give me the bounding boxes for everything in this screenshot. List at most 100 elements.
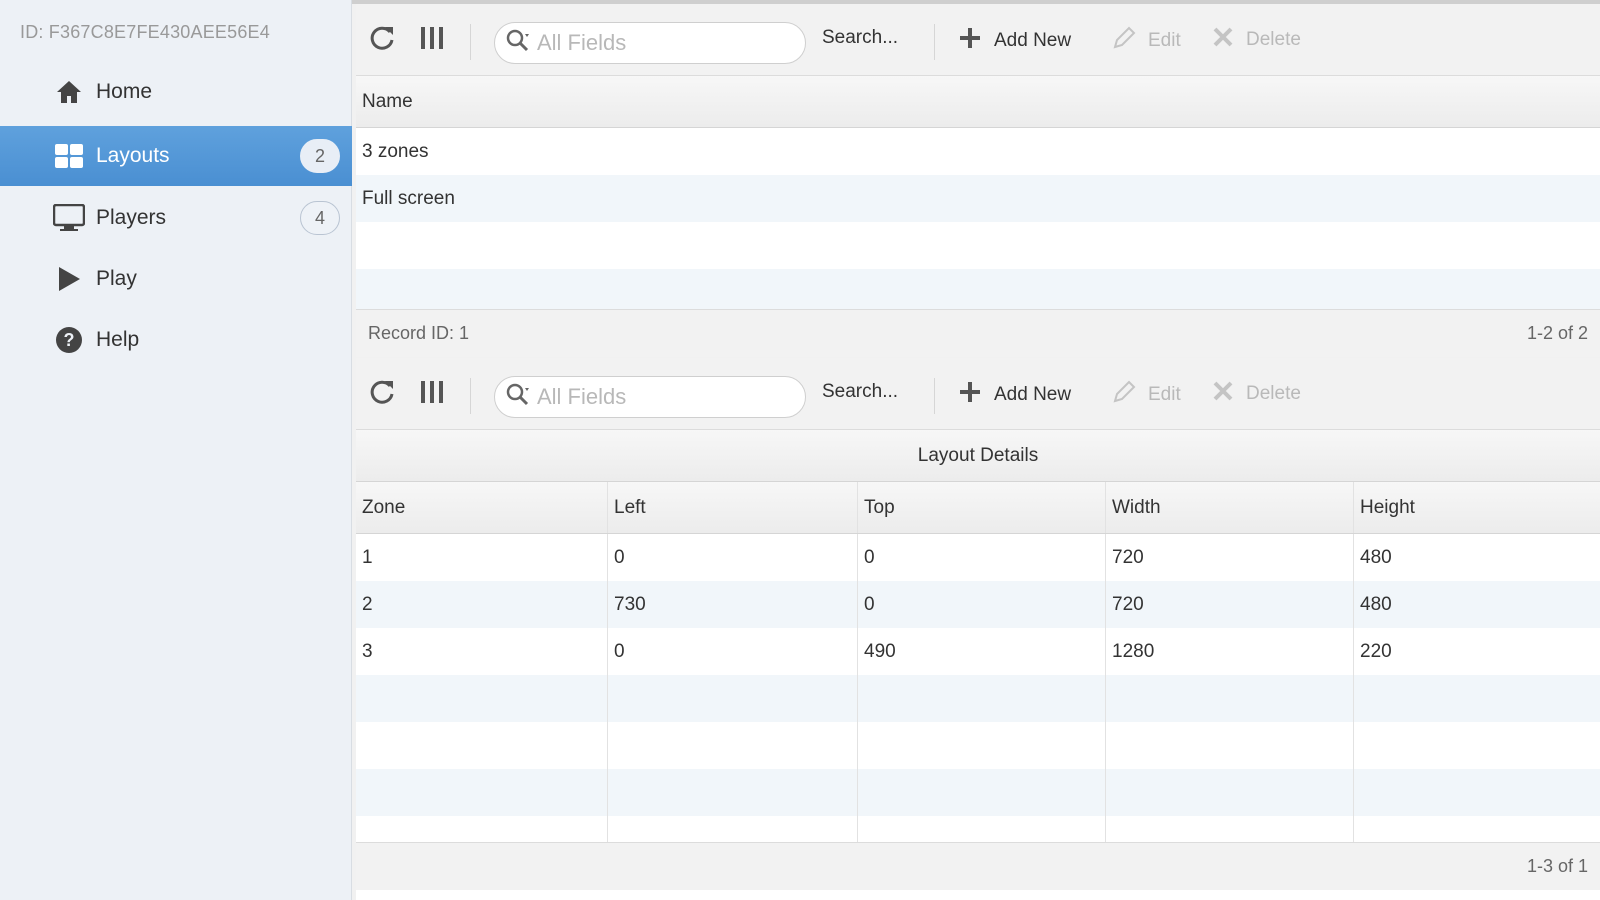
- column-header-width[interactable]: Width: [1105, 482, 1353, 533]
- home-icon: [52, 75, 86, 109]
- columns-button[interactable]: [418, 378, 446, 412]
- delete-button[interactable]: Delete: [1212, 26, 1301, 54]
- details-grid-footer: 1-3 of 1: [356, 842, 1600, 890]
- table-row[interactable]: 3 0 490 1280 220: [356, 628, 1600, 675]
- group-header: Layout Details: [356, 430, 1600, 482]
- width-cell: 720: [1105, 581, 1353, 628]
- column-header-top[interactable]: Top: [857, 482, 1105, 533]
- sidebar-item-help[interactable]: ? Help: [0, 310, 352, 370]
- play-icon: [52, 262, 86, 296]
- columns-button[interactable]: [418, 24, 446, 58]
- empty-row: [356, 269, 1600, 309]
- width-cell: 1280: [1105, 628, 1353, 675]
- zone-cell: 3: [362, 640, 373, 662]
- search-icon: [505, 382, 531, 413]
- details-toolbar: Search... Add New Edit Delete: [356, 358, 1600, 430]
- top-cell: 0: [857, 534, 1105, 581]
- search-input[interactable]: [537, 384, 787, 410]
- add-new-label: Add New: [994, 30, 1072, 51]
- zone-cell: 2: [362, 593, 373, 615]
- toolbar-separator: [934, 24, 935, 60]
- monitor-icon: [52, 201, 86, 235]
- reload-button[interactable]: [368, 24, 396, 58]
- search-input[interactable]: [537, 30, 787, 56]
- top-cell: 0: [857, 581, 1105, 628]
- search-field[interactable]: [494, 376, 806, 418]
- column-header-name[interactable]: Name: [356, 76, 1600, 127]
- sidebar-item-label: Play: [96, 267, 137, 290]
- add-new-label: Add New: [994, 384, 1072, 405]
- record-count: 1-3 of 1: [1526, 856, 1588, 876]
- add-new-button[interactable]: Add New: [958, 380, 1071, 410]
- columns-icon: [418, 378, 446, 412]
- sidebar-item-label: Home: [96, 80, 153, 103]
- height-cell: 220: [1353, 628, 1600, 675]
- edit-label: Edit: [1148, 30, 1181, 51]
- search-icon: [505, 28, 531, 59]
- left-cell: 730: [607, 581, 857, 628]
- add-new-button[interactable]: Add New: [958, 26, 1071, 56]
- refresh-icon: [368, 24, 396, 58]
- details-grid-header: Zone Left Top Width Height: [356, 482, 1600, 534]
- reload-button[interactable]: [368, 378, 396, 412]
- edit-label: Edit: [1148, 384, 1181, 405]
- layout-name-cell: 3 zones: [362, 140, 429, 162]
- search-field[interactable]: [494, 22, 806, 64]
- svg-text:?: ?: [64, 330, 75, 350]
- record-id: Record ID: 1: [368, 323, 470, 343]
- top-cell: 490: [857, 628, 1105, 675]
- empty-row: [356, 722, 1600, 769]
- search-button[interactable]: Search...: [822, 27, 898, 49]
- edit-button[interactable]: Edit: [1112, 26, 1181, 56]
- columns-icon: [418, 24, 446, 58]
- toolbar-separator: [470, 378, 471, 414]
- sidebar: ID: F367C8E7FE430AEE56E4 Home Layouts 2: [0, 0, 352, 900]
- device-id: ID: F367C8E7FE430AEE56E4: [20, 22, 270, 42]
- layouts-toolbar: Search... Add New Edit Delete: [356, 4, 1600, 76]
- table-row[interactable]: Full screen: [356, 175, 1600, 222]
- layouts-grid-header: Name: [356, 76, 1600, 128]
- left-cell: 0: [607, 628, 857, 675]
- column-header-zone[interactable]: Zone: [356, 482, 607, 533]
- left-cell: 0: [607, 534, 857, 581]
- delete-button[interactable]: Delete: [1212, 380, 1301, 408]
- sidebar-item-layouts[interactable]: Layouts 2: [0, 126, 352, 186]
- delete-icon: [1212, 380, 1234, 408]
- plus-icon: [958, 26, 982, 56]
- table-row[interactable]: 3 zones: [356, 128, 1600, 175]
- sidebar-item-home[interactable]: Home: [0, 62, 352, 122]
- layouts-grid-footer: Record ID: 1 1-2 of 2: [356, 309, 1600, 357]
- edit-button[interactable]: Edit: [1112, 380, 1181, 410]
- sidebar-item-label: Layouts: [96, 144, 170, 167]
- layouts-icon: [52, 139, 86, 173]
- layout-name-cell: Full screen: [362, 187, 455, 209]
- zone-cell: 1: [362, 546, 373, 568]
- width-cell: 720: [1105, 534, 1353, 581]
- layout-details-grid: Search... Add New Edit Delete Layout Det…: [356, 358, 1600, 900]
- layouts-grid: Search... Add New Edit Delete Name 3 zon…: [356, 4, 1600, 357]
- sidebar-item-players[interactable]: Players 4: [0, 188, 352, 248]
- delete-icon: [1212, 26, 1234, 54]
- count-badge: 2: [300, 139, 340, 173]
- sidebar-item-play[interactable]: Play: [0, 249, 352, 309]
- column-header-height[interactable]: Height: [1353, 482, 1600, 533]
- column-header-left[interactable]: Left: [607, 482, 857, 533]
- table-row[interactable]: 1 0 0 720 480: [356, 534, 1600, 581]
- toolbar-separator: [470, 24, 471, 60]
- count-badge: 4: [300, 201, 340, 235]
- record-count: 1-2 of 2: [1526, 323, 1588, 343]
- table-row[interactable]: 2 730 0 720 480: [356, 581, 1600, 628]
- plus-icon: [958, 380, 982, 410]
- sidebar-item-label: Players: [96, 206, 167, 229]
- refresh-icon: [368, 378, 396, 412]
- empty-row: [356, 769, 1600, 816]
- empty-row: [356, 816, 1600, 842]
- toolbar-separator: [934, 378, 935, 414]
- delete-label: Delete: [1246, 29, 1301, 50]
- search-button[interactable]: Search...: [822, 381, 898, 403]
- pencil-icon: [1112, 26, 1136, 56]
- empty-row: [356, 222, 1600, 269]
- pencil-icon: [1112, 380, 1136, 410]
- sidebar-item-label: Help: [96, 328, 140, 351]
- height-cell: 480: [1353, 534, 1600, 581]
